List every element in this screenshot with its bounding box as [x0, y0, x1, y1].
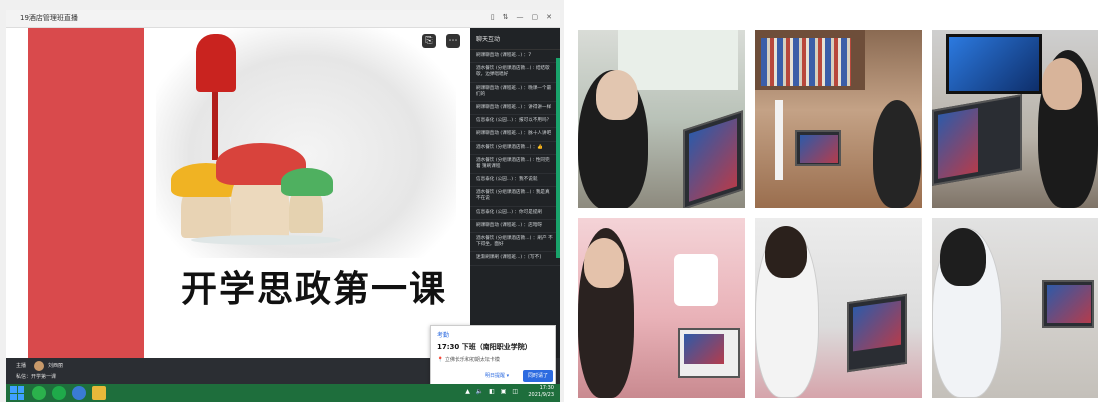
photo-student-2 — [755, 30, 922, 208]
notification-location: 📍 立佛长乐和初期太坛卡模 — [437, 357, 500, 363]
share-icon[interactable]: ⎘ — [422, 34, 436, 48]
pin-icon[interactable]: ▯ — [491, 13, 495, 21]
pillow — [674, 254, 718, 306]
photo-student-3 — [932, 30, 1098, 208]
host-name: 刘西丽 — [48, 363, 64, 369]
laptop — [678, 328, 740, 378]
composite-image: 19酒店管理班直播 ▯ ⇅ — ▢ ✕ 开学思政第一课 ⎘ ⋯ 聊天互动 刷课聊… — [0, 0, 1103, 402]
maximize-button[interactable]: ▢ — [532, 13, 539, 21]
window-controls: ▯ ⇅ — ▢ ✕ — [491, 13, 552, 21]
close-button[interactable]: ✕ — [546, 13, 552, 21]
laptop — [795, 130, 841, 166]
notification-time: 17:30 下班（南阳职业学院） — [437, 343, 532, 351]
photo-student-4 — [578, 218, 745, 398]
chat-message: 刷课聊直动 (课程班...) ：店暗呀 — [470, 220, 560, 233]
host-avatar — [34, 361, 44, 371]
chat-message: 迷渐刷课刷 (课程班...) ：[写不] — [470, 252, 560, 266]
mushroom-houses-illustration — [171, 123, 341, 245]
presentation-slide: 开学思政第一课 ⎘ ⋯ — [6, 28, 470, 358]
taskbar-clock: 17:30 2021/9/23 — [528, 385, 554, 398]
host-label: 主播 — [16, 363, 27, 369]
notification-title: 考勤 — [437, 332, 450, 339]
browser-icon[interactable] — [32, 386, 46, 400]
system-tray[interactable]: ▲ 🔈 ◧ ▣ ◫ — [465, 388, 520, 395]
red-side-bar — [28, 28, 144, 358]
chat-message: 刷课聊直动 (课程班...) ：晚课—个最们的 — [470, 83, 560, 102]
chat-message: 酒水餐饮 (分组课酒店教...) : 性同完着 猜刷课程 — [470, 155, 560, 175]
attendance-notification: 考勤 17:30 下班（南阳职业学院） 📍 立佛长乐和初期太坛卡模 明日提醒 ▾… — [430, 325, 556, 387]
desk-lamp — [775, 100, 783, 180]
mailbox-illustration — [196, 34, 236, 92]
chat-message: 酒水餐饮 (分组课酒店教...) : 结结歇歇，边弹唱唱好 — [470, 63, 560, 83]
television — [946, 34, 1042, 94]
stage-toolbar: ⎘ ⋯ — [422, 34, 460, 48]
chat-header: 聊天互动 — [470, 28, 560, 50]
host-subtitle: 私信：开学第一课 — [16, 374, 57, 380]
chat-message: 信息泰化 (公园...) ：报可以不用吗？ — [470, 115, 560, 129]
laptop — [932, 94, 1022, 186]
photo-collage — [578, 30, 1098, 398]
chat-message: 刷课聊直动 (课程班...) ：讲得讲一样 — [470, 102, 560, 116]
chat-message: 刷课聊直动 (课程班...) ：脉十人讲吧 — [470, 128, 560, 142]
windows-taskbar: ▲ 🔈 ◧ ▣ ◫ 17:30 2021/9/23 — [6, 384, 560, 402]
laptop — [1042, 280, 1094, 328]
chat-message: 刷课聊直动 (课程班...) ：7 — [470, 50, 560, 64]
livestream-app-icon[interactable] — [72, 386, 86, 400]
chat-message: 酒水餐饮 (分组课酒店教...) : 我是真不在说 — [470, 187, 560, 207]
photo-student-6 — [932, 218, 1098, 398]
photo-student-1 — [578, 30, 745, 208]
chat-message: 信息泰化 (公园...) ：我不说就 — [470, 174, 560, 188]
chat-app-icon[interactable] — [52, 386, 66, 400]
remind-later-button[interactable]: 明日提醒 ▾ — [485, 372, 509, 379]
livestream-screenshot: 19酒店管理班直播 ▯ ⇅ — ▢ ✕ 开学思政第一课 ⎘ ⋯ 聊天互动 刷课聊… — [0, 0, 564, 402]
chat-message: 酒水餐饮 (分组课酒店教...) ：刷产 不下得坐，面好 — [470, 233, 560, 253]
laptop — [847, 293, 907, 373]
layout-icon[interactable]: ⇅ — [503, 13, 509, 21]
chat-message: 信息泰化 (公园...) ：你可是提刷 — [470, 207, 560, 220]
slide-headline: 开学思政第一课 — [181, 269, 448, 310]
chat-panel: 聊天互动 刷课聊直动 (课程班...) ：7 酒水餐饮 (分组课酒店教...) … — [470, 28, 560, 358]
chat-scrollbar[interactable] — [556, 58, 560, 258]
more-icon[interactable]: ⋯ — [446, 34, 460, 48]
minimize-button[interactable]: — — [517, 13, 524, 21]
clock-date: 2021/9/23 — [528, 391, 554, 398]
folder-icon[interactable] — [92, 386, 106, 400]
student-figure — [873, 100, 921, 208]
chat-message: 酒水餐饮 (分组课酒店教...) ：👍 — [470, 142, 560, 155]
window-title: 19酒店管理班直播 — [20, 14, 78, 22]
windows-start-icon[interactable] — [10, 386, 24, 400]
confirm-button[interactable]: 同时请了 — [523, 370, 553, 382]
window-titlebar: 19酒店管理班直播 ▯ ⇅ — ▢ ✕ — [6, 10, 560, 28]
photo-student-5 — [755, 218, 922, 398]
laptop — [683, 110, 743, 208]
